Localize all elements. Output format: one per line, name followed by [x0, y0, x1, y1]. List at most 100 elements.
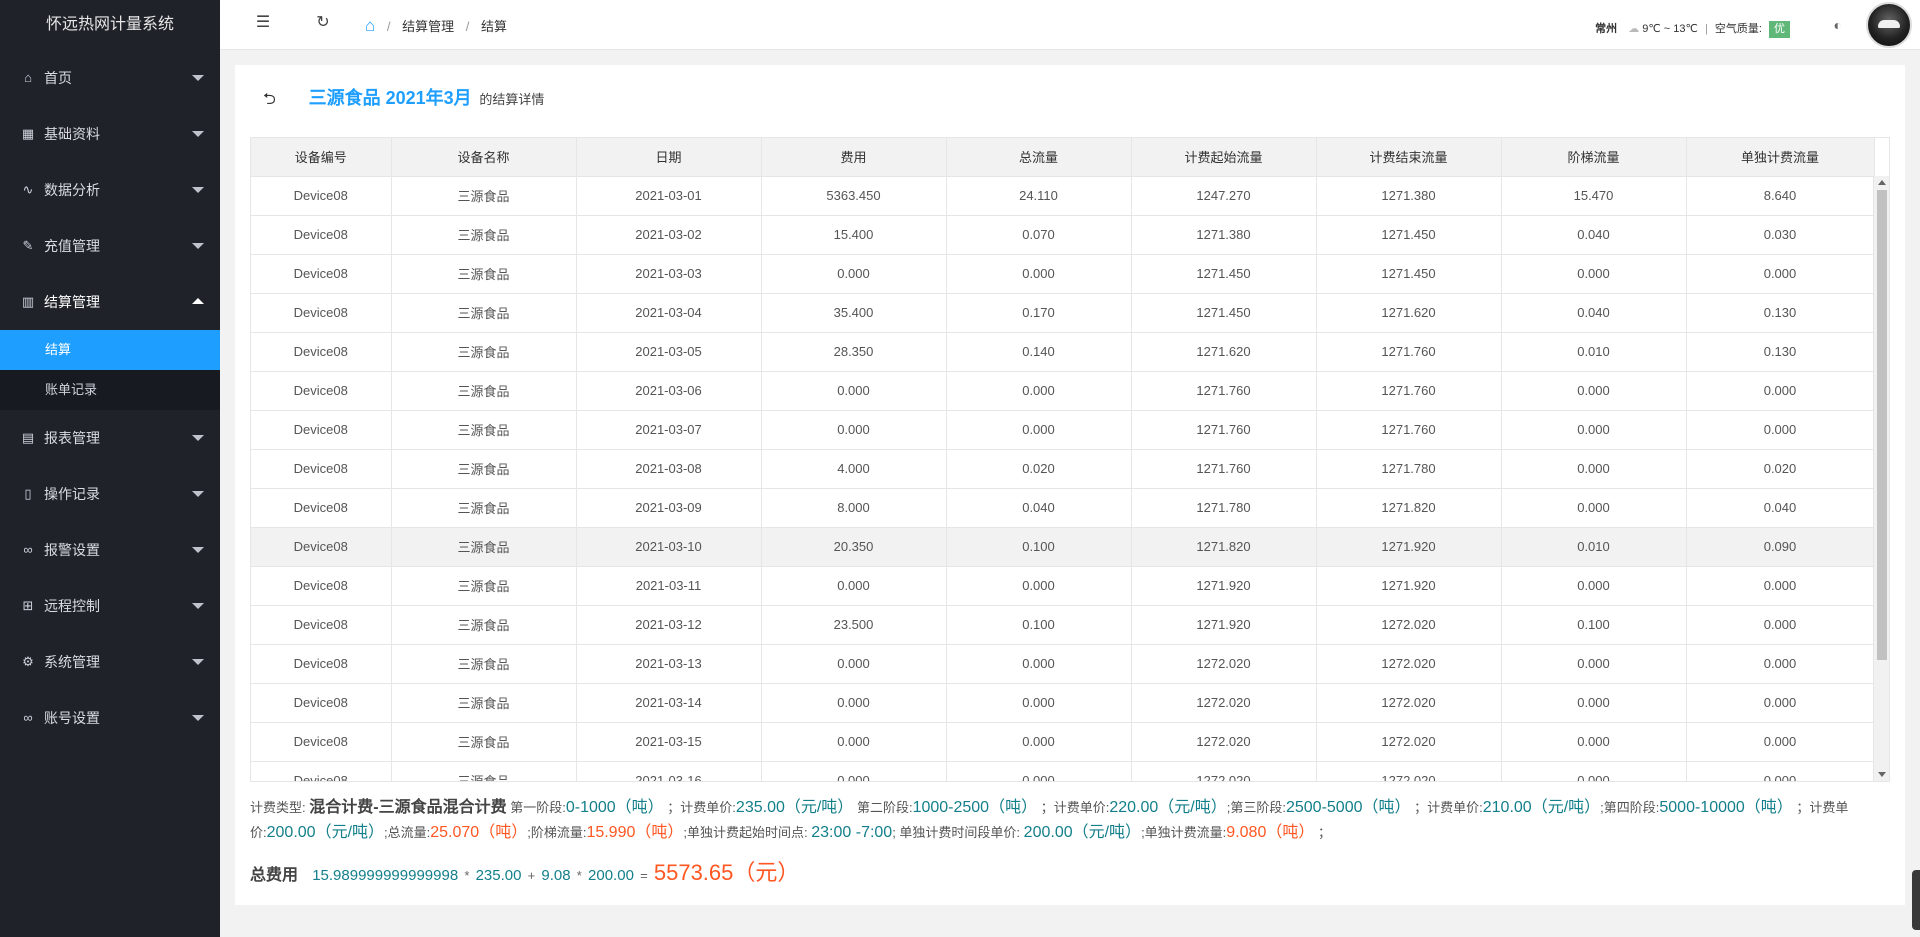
caret-down-icon [192, 435, 204, 441]
table-cell: 三源食品 [391, 722, 577, 762]
total-fee-term-b: 235.00 [475, 867, 522, 884]
table-cell: 0.100 [1501, 605, 1687, 645]
billing-type-value: 混合计费-三源食品混合计费 [309, 799, 507, 816]
table-row[interactable]: Device08 三源食品 2021-03-05 28.350 0.140 1271.62… [251, 332, 1875, 372]
table-cell: 2021-03-04 [576, 293, 762, 333]
table-cell: 0.040 [1501, 215, 1687, 255]
sidebar-subitem-settle[interactable]: 结算 [0, 330, 220, 370]
table-cell: 0.130 [1686, 332, 1875, 372]
table-cell: Device08 [251, 527, 392, 567]
avatar[interactable] [1866, 2, 1912, 48]
table-cell: 1271.760 [1131, 410, 1317, 450]
table-cell: 0.000 [1501, 371, 1687, 411]
stage2-label: 第二阶段: [856, 800, 913, 815]
table-cell: Device08 [251, 293, 392, 333]
table-cell: 0.000 [946, 410, 1132, 450]
vertical-scrollbar[interactable] [1873, 176, 1889, 781]
air-quality-badge: 优 [1769, 21, 1790, 38]
table-cell: 2021-03-01 [576, 176, 762, 216]
sidebar-item-account[interactable]: ∞ 账号设置 [0, 690, 220, 746]
table-row[interactable]: Device08 三源食品 2021-03-16 0.000 0.000 1272.020… [251, 761, 1875, 781]
table-row[interactable]: Device08 三源食品 2021-03-12 23.500 0.100 1271.92… [251, 605, 1875, 645]
table-cell: 0.000 [1501, 722, 1687, 762]
sidebar-item-remote[interactable]: ⊞ 远程控制 [0, 578, 220, 634]
menu-toggle-icon[interactable]: ☰ [252, 12, 274, 34]
side-widget-handle[interactable] [1912, 870, 1920, 930]
page-subtitle: 的结算详情 [479, 92, 545, 107]
sidebar-item-alarm[interactable]: ∞ 报警设置 [0, 522, 220, 578]
table-cell: 0.000 [1686, 566, 1875, 606]
table-cell: 1271.620 [1131, 332, 1317, 372]
table-cell: 0.000 [946, 371, 1132, 411]
link-icon: ∞ [23, 710, 33, 725]
column-header: 设备编号 [251, 138, 392, 177]
table-row[interactable]: Device08 三源食品 2021-03-01 5363.450 24.110 1247… [251, 176, 1875, 216]
table-cell: 0.000 [1686, 722, 1875, 762]
table-cell: 三源食品 [391, 176, 577, 216]
table-cell: 0.000 [761, 761, 947, 781]
table-cell: 15.470 [1501, 176, 1687, 216]
sidebar-subitem-bill-records[interactable]: 账单记录 [0, 370, 220, 410]
table-row[interactable]: Device08 三源食品 2021-03-08 4.000 0.020 1271.760… [251, 449, 1875, 489]
refresh-icon[interactable]: ↻ [312, 12, 334, 34]
scroll-down-icon[interactable] [1878, 772, 1886, 777]
home-icon[interactable]: ⌂ [365, 16, 375, 35]
table-row[interactable]: Device08 三源食品 2021-03-15 0.000 0.000 1272.020… [251, 722, 1875, 762]
table-cell: 24.110 [946, 176, 1132, 216]
scroll-up-icon[interactable] [1878, 180, 1886, 185]
table-cell: 1272.020 [1316, 761, 1502, 781]
table-row[interactable]: Device08 三源食品 2021-03-10 20.350 0.100 1271.82… [251, 527, 1875, 567]
table-cell: 1272.020 [1316, 683, 1502, 723]
total-flow-value: 25.070（吨） [430, 824, 528, 841]
back-icon[interactable]: ⮌ [263, 85, 283, 115]
sidebar-item-operation-log[interactable]: ▯ 操作记录 [0, 466, 220, 522]
sidebar-item-system[interactable]: ⚙ 系统管理 [0, 634, 220, 690]
sidebar-item-basic-data[interactable]: ▦ 基础资料 [0, 106, 220, 162]
table-cell: 1271.820 [1316, 488, 1502, 528]
table-cell: 三源食品 [391, 605, 577, 645]
table-row[interactable]: Device08 三源食品 2021-03-14 0.000 0.000 1272.020… [251, 683, 1875, 723]
table-cell: 1272.020 [1131, 683, 1317, 723]
scrollbar-thumb[interactable] [1877, 190, 1887, 660]
table-cell: 2021-03-14 [576, 683, 762, 723]
caret-down-icon [192, 547, 204, 553]
table-cell: 0.030 [1686, 215, 1875, 255]
sidebar-item-label: 基础资料 [44, 126, 100, 142]
price4-value: 200.00（元/吨） [266, 824, 385, 841]
caret-down-icon [192, 131, 204, 137]
table-cell: 0.000 [1501, 254, 1687, 294]
total-fee-label: 总费用 [250, 867, 299, 884]
table-cell: 2021-03-07 [576, 410, 762, 450]
table-cell: 0.000 [1686, 683, 1875, 723]
table-row[interactable]: Device08 三源食品 2021-03-06 0.000 0.000 1271.760… [251, 371, 1875, 411]
caret-down-icon [192, 715, 204, 721]
table-cell: 0.040 [946, 488, 1132, 528]
sidebar-item-settlement[interactable]: ▥ 结算管理 [0, 274, 220, 330]
sidebar-item-analysis[interactable]: ∿ 数据分析 [0, 162, 220, 218]
sidebar-item-recharge[interactable]: ✎ 充值管理 [0, 218, 220, 274]
table-row[interactable]: Device08 三源食品 2021-03-09 8.000 0.040 1271.780… [251, 488, 1875, 528]
table-cell: 2021-03-11 [576, 566, 762, 606]
breadcrumb-item[interactable]: 结算管理 [402, 19, 454, 34]
table-row[interactable]: Device08 三源食品 2021-03-04 35.400 0.170 1271.45… [251, 293, 1875, 333]
table-cell: 2021-03-15 [576, 722, 762, 762]
column-header: 费用 [761, 138, 947, 177]
table-row[interactable]: Device08 三源食品 2021-03-07 0.000 0.000 1271.760… [251, 410, 1875, 450]
table-row[interactable]: Device08 三源食品 2021-03-13 0.000 0.000 1272.020… [251, 644, 1875, 684]
table-cell: 0.070 [946, 215, 1132, 255]
palette-icon[interactable]: ◐ [1834, 17, 1842, 33]
caret-down-icon [192, 243, 204, 249]
table-cell: 0.000 [946, 761, 1132, 781]
sidebar-item-label: 数据分析 [44, 182, 100, 198]
table-cell: 1271.820 [1131, 527, 1317, 567]
table-cell: 0.000 [761, 371, 947, 411]
table-row[interactable]: Device08 三源食品 2021-03-02 15.400 0.070 1271.38… [251, 215, 1875, 255]
table-cell: 0.000 [761, 254, 947, 294]
apps-icon: ⊞ [22, 598, 34, 613]
sidebar-item-reports[interactable]: ▤ 报表管理 [0, 410, 220, 466]
table-row[interactable]: Device08 三源食品 2021-03-11 0.000 0.000 1271.920… [251, 566, 1875, 606]
sidebar-item-home[interactable]: ⌂ 首页 [0, 50, 220, 106]
table-cell: Device08 [251, 566, 392, 606]
settlement-table: 设备编号 设备名称 日期 费用 总流量 计费起始流量 计费结束流量 阶梯流量 单独计费流量 De… [250, 137, 1890, 782]
table-row[interactable]: Device08 三源食品 2021-03-03 0.000 0.000 1271.450… [251, 254, 1875, 294]
